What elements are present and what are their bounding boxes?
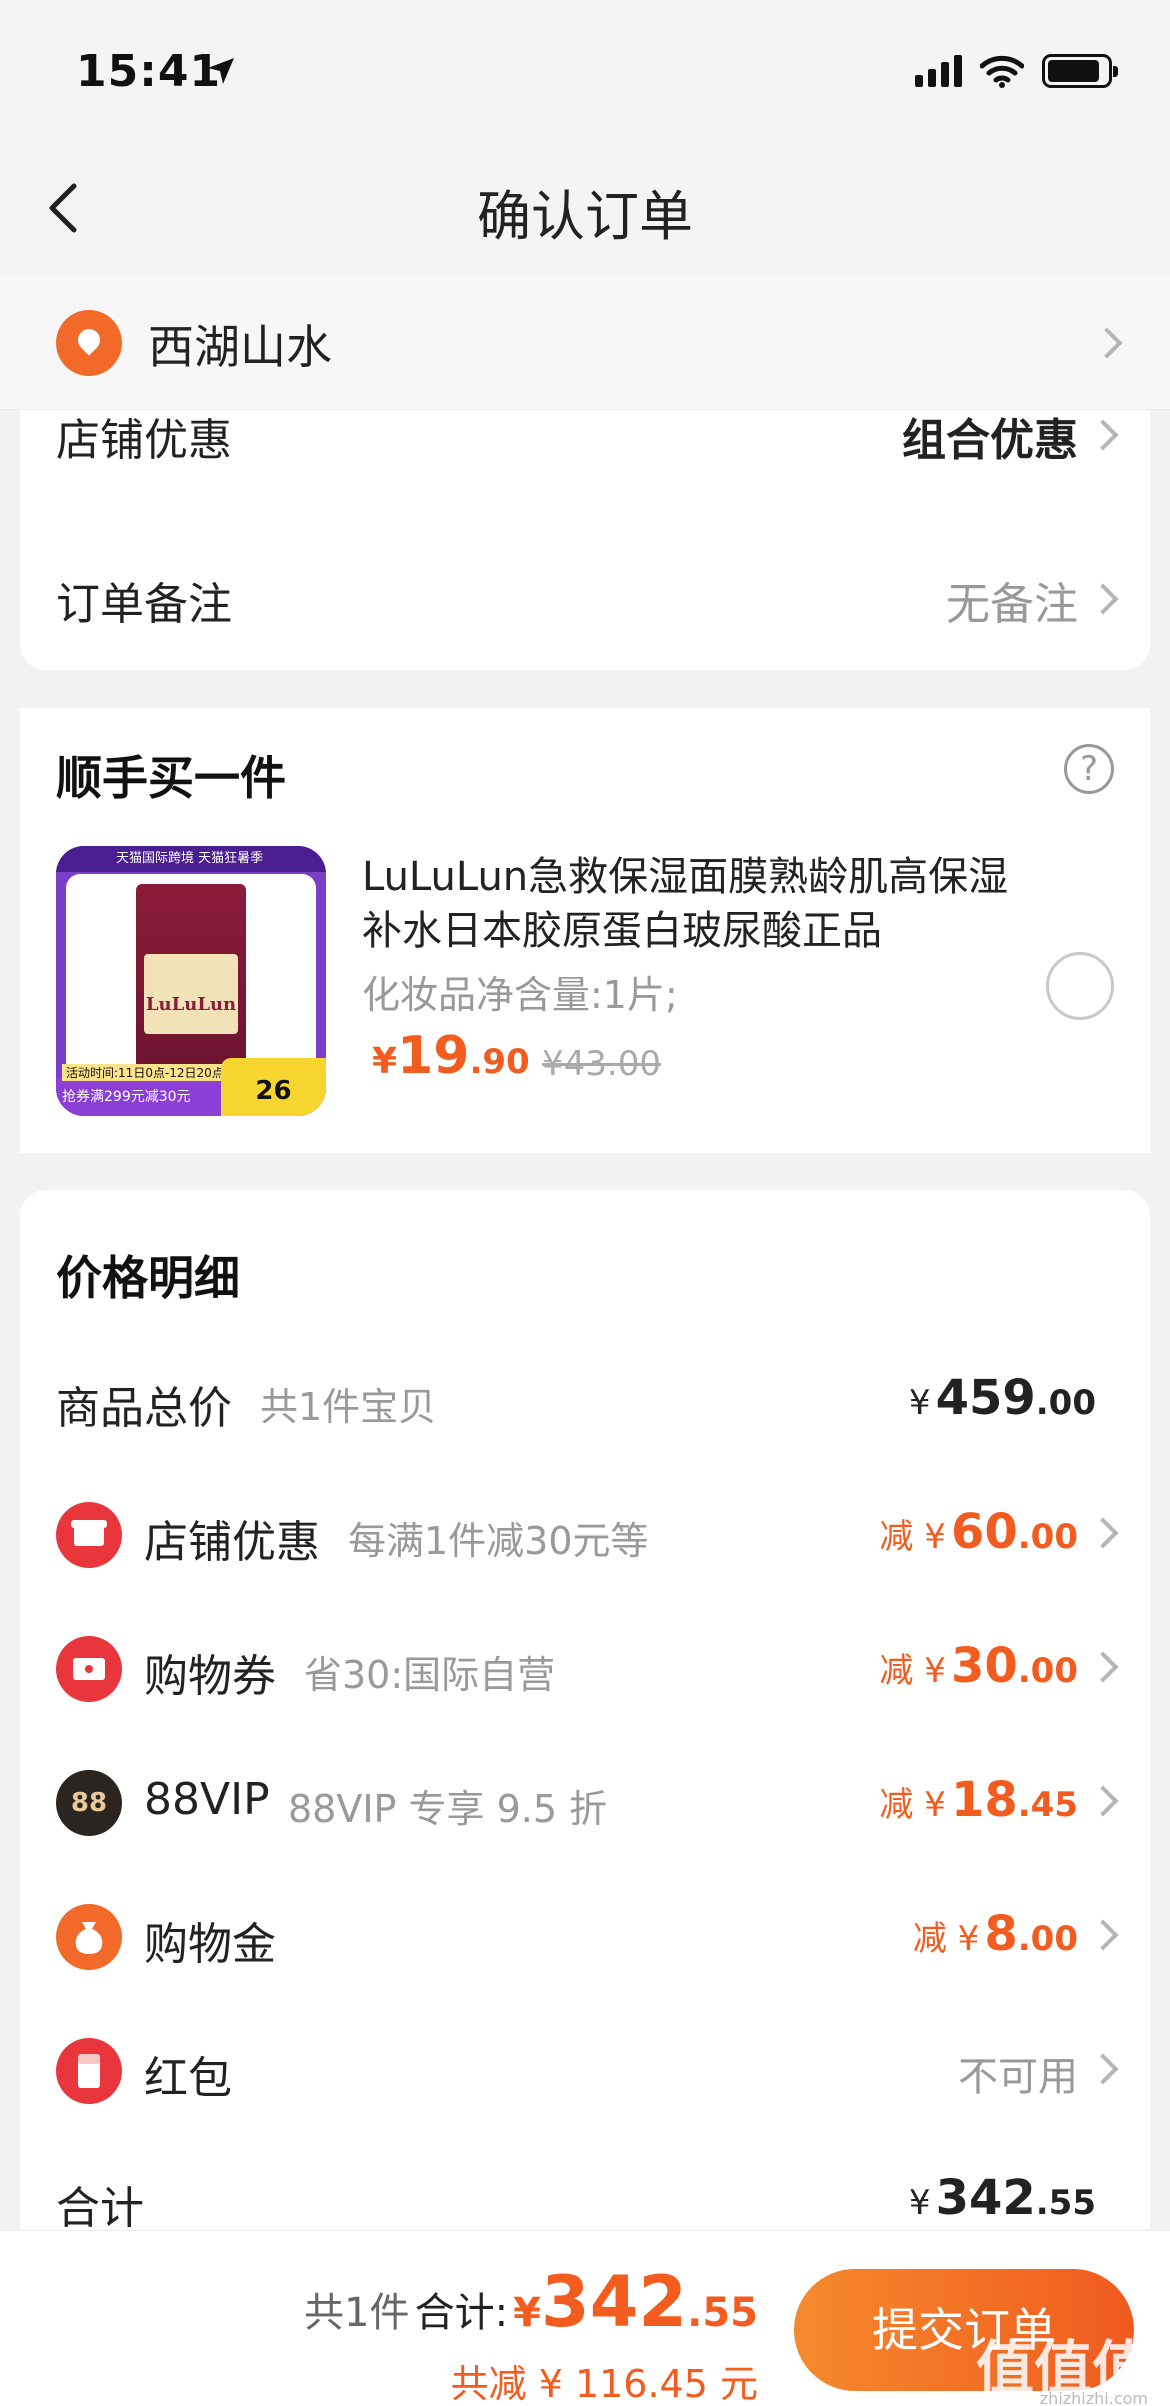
product-promo-time: 活动时间:11日0点-12日20点 — [62, 1064, 228, 1081]
location-pin-icon — [56, 310, 122, 376]
order-note-value[interactable]: 无备注 — [946, 568, 1078, 632]
red-packet-icon — [56, 2038, 122, 2104]
shop-options-card: 店铺优惠 组合优惠 订单备注 无备注 — [20, 410, 1150, 670]
watermark-url: zhizhizhi.com — [1039, 2389, 1148, 2406]
page-title: 确认订单 — [477, 185, 693, 248]
product-brand: LuLuLun — [144, 954, 238, 1034]
price-row-subtotal: 商品总价 共1件宝贝 ¥ 459.00 — [56, 1370, 1096, 1434]
addon-title: 顺手买一件 — [56, 751, 286, 805]
help-icon[interactable]: ? — [1064, 744, 1114, 794]
price-row-coupon[interactable]: 购物券 省30:国际自营 减 ¥ 30.00 — [20, 1630, 1150, 1710]
price-row-vip[interactable]: 88 88VIP 88VIP 专享 9.5 折 减 ¥ 18.45 — [20, 1764, 1150, 1844]
nav-bar: 确认订单 — [0, 140, 1170, 275]
order-note-label: 订单备注 — [56, 579, 232, 630]
product-price: ¥19.90 — [372, 1026, 530, 1086]
address-text: 西湖山水 — [148, 320, 332, 374]
price-detail-title: 价格明细 — [56, 1251, 240, 1305]
battery-icon — [1042, 54, 1118, 88]
money-bag-icon — [56, 1904, 122, 1970]
price-row-shop-discount[interactable]: 店铺优惠 每满1件减30元等 减 ¥ 60.00 — [20, 1496, 1150, 1576]
red-packet-status: 不可用 — [958, 2054, 1078, 2100]
chevron-right-icon — [1091, 327, 1123, 359]
location-arrow-icon — [208, 58, 234, 84]
signal-icon — [915, 55, 962, 87]
price-row-shopping-gold[interactable]: 购物金 减 ¥ 8.00 — [20, 1898, 1150, 1978]
wifi-icon — [980, 55, 1024, 88]
status-icons — [915, 54, 1118, 88]
addon-select-radio[interactable] — [1046, 952, 1114, 1020]
chevron-right-icon — [1087, 2053, 1119, 2085]
address-selector[interactable]: 西湖山水 — [0, 275, 1170, 410]
price-detail-card: 价格明细 商品总价 共1件宝贝 ¥ 459.00 店铺优惠 每满1件减30元等 … — [20, 1190, 1150, 2406]
chevron-right-icon — [1087, 1651, 1119, 1683]
chevron-right-icon — [1087, 583, 1119, 615]
chevron-right-icon — [1087, 1919, 1119, 1951]
product-badge: 26 — [221, 1058, 326, 1116]
product-spec: 化妆品净含量:1片; — [362, 973, 678, 1017]
product-image-banner: 天猫国际跨境 天猫狂暑季 — [56, 846, 326, 872]
product-title[interactable]: LuLuLun急救保湿面膜熟龄肌高保湿补水日本胶原蛋白玻尿酸正品 — [362, 850, 1042, 958]
shop-icon — [56, 1502, 122, 1568]
product-original-price: ¥43.00 — [542, 1044, 661, 1084]
chevron-right-icon — [1087, 1785, 1119, 1817]
shop-discount-value[interactable]: 组合优惠 — [902, 404, 1078, 468]
product-image[interactable]: 天猫国际跨境 天猫狂暑季 LuLuLun 活动时间:11日0点-12日20点 抢… — [56, 846, 326, 1116]
checkout-summary: 共1件 合计: ¥342.55 — [304, 2261, 758, 2343]
vip-icon: 88 — [56, 1770, 122, 1836]
checkout-bar: 共1件 合计: ¥342.55 共减 ¥ 116.45 元 提交订单 值值值 z… — [0, 2230, 1170, 2406]
chevron-right-icon — [1087, 1517, 1119, 1549]
price-row-red-packet[interactable]: 红包 不可用 — [20, 2032, 1150, 2112]
saved-amount: 共减 ¥ 116.45 元 — [450, 2362, 758, 2406]
status-time: 15:41 — [76, 46, 222, 97]
status-bar: 15:41 — [0, 0, 1170, 140]
chevron-right-icon — [1087, 419, 1119, 451]
shop-discount-label: 店铺优惠 — [56, 415, 232, 466]
product-promo-coupon: 抢券满299元减30元 — [62, 1089, 191, 1105]
addon-card: 顺手买一件 ? 天猫国际跨境 天猫狂暑季 LuLuLun 活动时间:11日0点-… — [20, 708, 1150, 1153]
coupon-icon — [56, 1636, 122, 1702]
